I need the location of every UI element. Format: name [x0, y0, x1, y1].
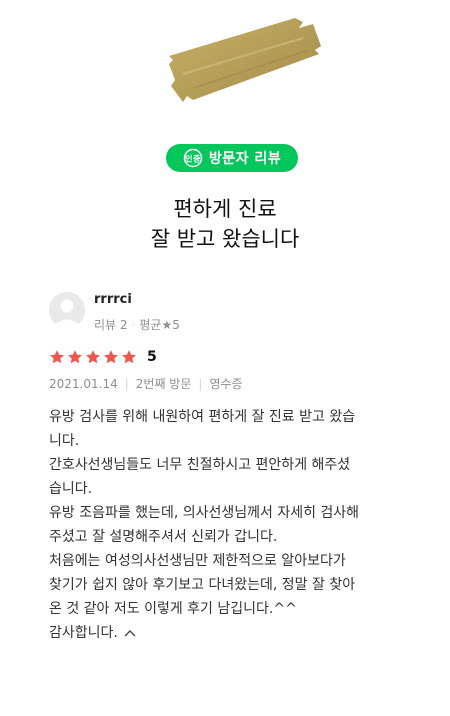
review-line: 감사합니다. [49, 625, 118, 641]
visit-meta: 2021.01.14 | 2번째 방문 | 영수증 [49, 375, 243, 392]
star-icon [68, 350, 82, 364]
certified-icon: 인증 [183, 148, 203, 168]
review-headline: 편하게 진료 잘 받고 왔습니다 [0, 194, 450, 254]
review-line: 찾기가 쉽지 않아 후기보고 다녀왔는데, 정말 잘 찾아 [49, 577, 356, 593]
rating-score: 5 [147, 349, 157, 365]
rating-row: 5 [49, 349, 157, 365]
visit-count: 2번째 방문 [135, 377, 192, 391]
divider: | [198, 377, 203, 391]
review-line-last: 감사합니다. [49, 621, 409, 645]
avatar[interactable] [49, 292, 85, 328]
visitor-review-badge: 인증 방문자 리뷰 [166, 144, 298, 172]
tape-decoration [169, 18, 321, 102]
headline-line: 편하게 진료 [173, 197, 277, 221]
review-line: 처음에는 여성의사선생님만 제한적으로 알아보다가 [49, 553, 346, 569]
svg-text:인증: 인증 [185, 154, 201, 164]
chevron-up-icon[interactable] [124, 629, 136, 637]
review-line: 주셨고 잘 설명해주셔서 신뢰가 갑니다. [49, 529, 278, 545]
star-icon [122, 350, 136, 364]
visit-date: 2021.01.14 [49, 377, 118, 391]
badge-label: 방문자 리뷰 [208, 151, 282, 167]
receipt-label: 영수증 [209, 377, 243, 391]
review-line: 유방 조음파를 했는데, 의사선생님께서 자세히 검사해 [49, 505, 360, 521]
average-rating: 평균★5 [139, 318, 180, 332]
review-line: 습니다. [49, 481, 93, 497]
star-icon [86, 350, 100, 364]
star-rating [49, 349, 139, 365]
review-line: 온 것 같아 저도 이렇게 후기 남깁니다.^^ [49, 601, 297, 617]
review-line: 유방 검사를 위해 내원하여 편하게 잘 진료 받고 왔습 [49, 409, 356, 425]
default-avatar-icon [49, 292, 85, 328]
headline-line: 잘 받고 왔습니다 [150, 227, 300, 251]
star-icon [104, 350, 118, 364]
review-line: 니다. [49, 433, 80, 449]
star-icon [50, 350, 64, 364]
reviewer-stats: 리뷰 2 · 평균★5 [94, 316, 180, 333]
review-count: 리뷰 2 [94, 318, 128, 332]
divider: | [124, 377, 129, 391]
divider: · [131, 318, 136, 332]
review-body: 유방 검사를 위해 내원하여 편하게 잘 진료 받고 왔습 니다. 간호사선생님… [49, 405, 409, 645]
reviewer-username[interactable]: rrrrci [94, 292, 132, 307]
review-line: 간호사선생님들도 너무 친절하시고 편안하게 해주셨 [49, 457, 351, 473]
